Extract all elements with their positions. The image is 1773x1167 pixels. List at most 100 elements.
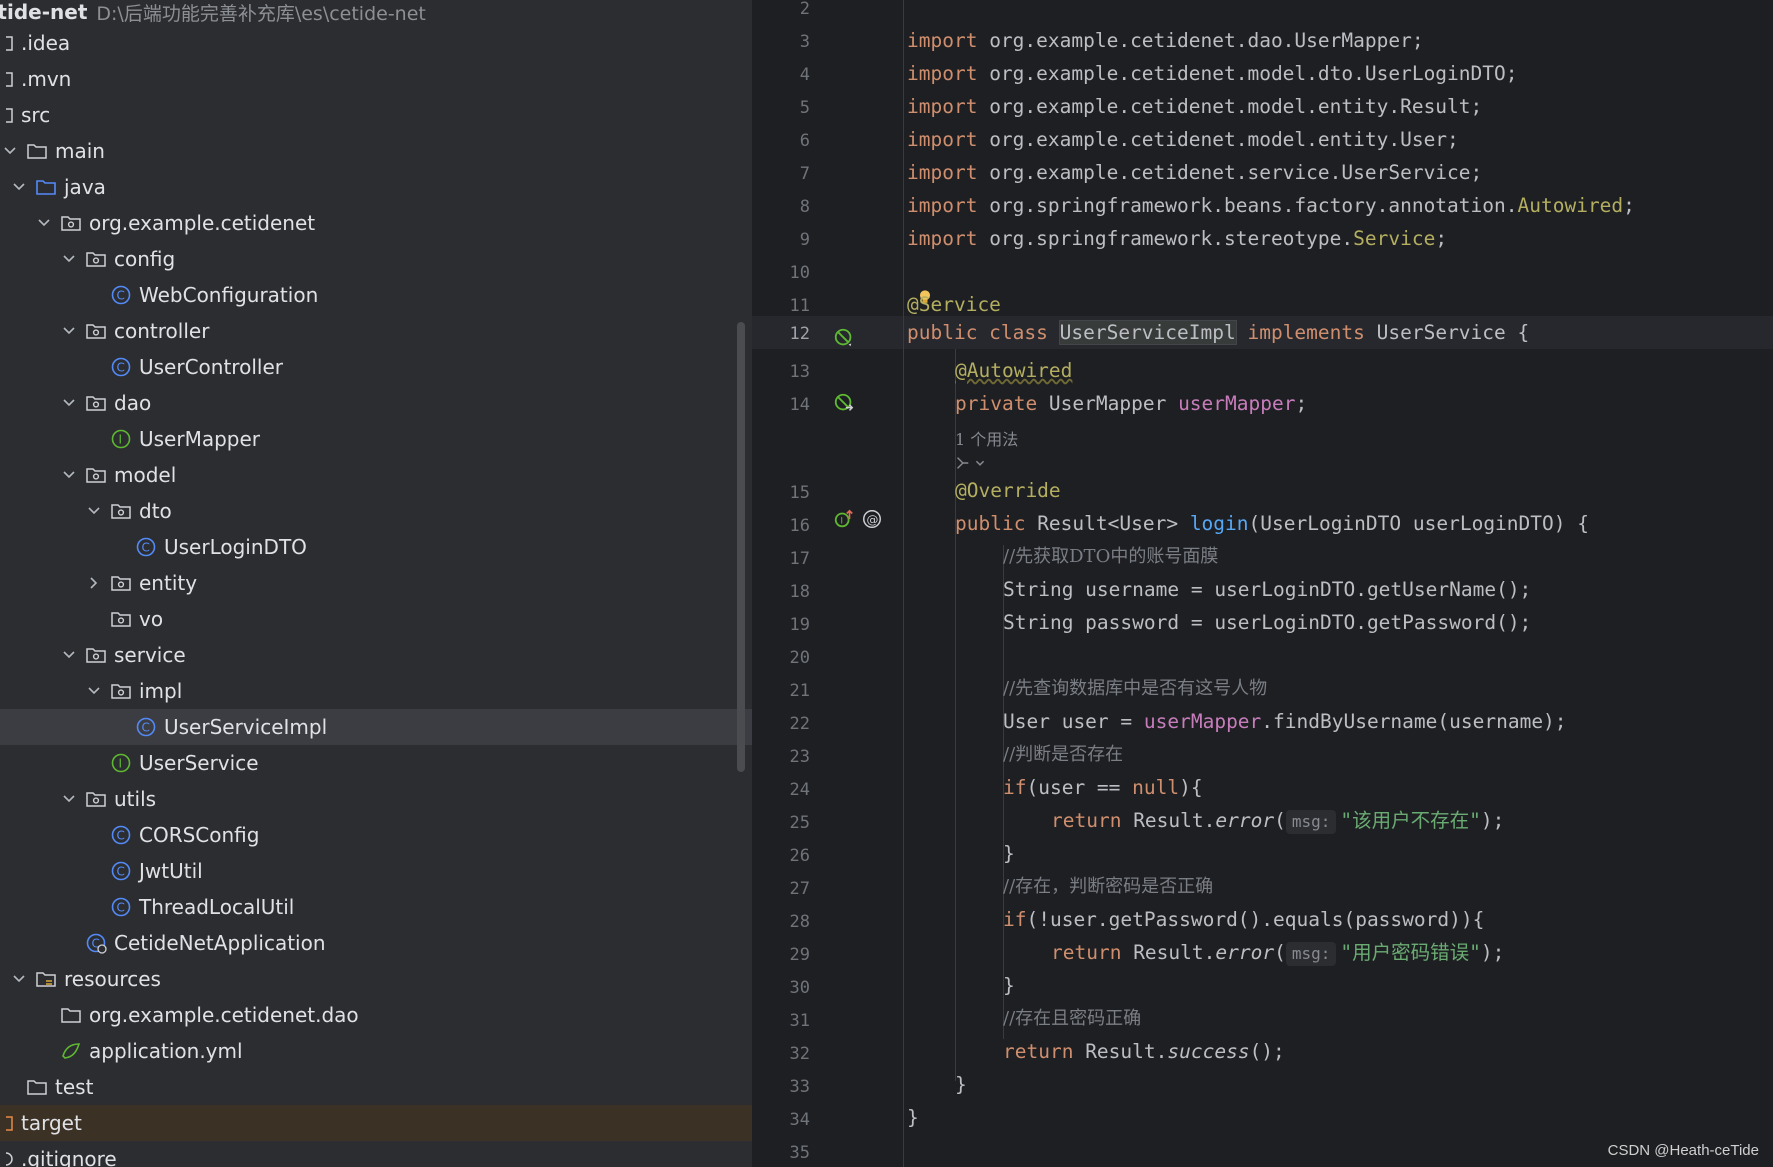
tree-item-usercontroller[interactable]: C UserController	[0, 349, 752, 385]
tree-item-webconfiguration[interactable]: C WebConfiguration	[0, 277, 752, 313]
code-line-33: }	[955, 1073, 967, 1096]
code-line-34: }	[907, 1106, 919, 1129]
line-number: 2	[799, 0, 810, 19]
tree-item-test[interactable]: test	[0, 1069, 752, 1105]
folder-plain-icon	[6, 32, 28, 54]
chevron-right-icon[interactable]	[84, 573, 104, 593]
line-number: 22	[789, 714, 810, 734]
request-mapping-icon[interactable]: @	[859, 506, 885, 532]
code-line-16: public Result<User> login(UserLoginDTO u…	[955, 512, 1589, 535]
tree-item-src[interactable]: src	[0, 97, 752, 133]
tree-item-model[interactable]: model	[0, 457, 752, 493]
tree-item-utils[interactable]: utils	[0, 781, 752, 817]
tree-item-cetidenetapplication[interactable]: C CetideNetApplication	[0, 925, 752, 961]
line-number: 5	[799, 98, 810, 118]
line-number: 29	[789, 945, 810, 965]
tree-item-main[interactable]: main	[0, 133, 752, 169]
tree-item-threadlocalutil[interactable]: C ThreadLocalUtil	[0, 889, 752, 925]
tree-item-entity[interactable]: entity	[0, 565, 752, 601]
chevron-down-icon[interactable]	[59, 321, 79, 341]
code-line-23: //判断是否存在	[1003, 744, 1124, 765]
code-editor[interactable]: 2 3 4 5 6 7 8 9 10 11 12 13 14 15 16 17 18 19 20 21 22 23 24 25…	[752, 0, 1773, 1167]
tree-item-dao[interactable]: dao	[0, 385, 752, 421]
tree-item-label: UserMapper	[139, 427, 261, 451]
tree-item-mvn[interactable]: .mvn	[0, 61, 752, 97]
line-number: 28	[789, 912, 810, 932]
package-icon	[110, 572, 132, 594]
tree-item-label: org.example.cetidenet.dao	[89, 1003, 359, 1027]
tree-item-resources[interactable]: resources	[0, 961, 752, 997]
svg-text:C: C	[117, 901, 125, 915]
tree-item-vo[interactable]: vo	[0, 601, 752, 637]
code-line-30: }	[1003, 974, 1015, 997]
tree-item-service[interactable]: service	[0, 637, 752, 673]
code-line-22: User user = userMapper.findByUsername(us…	[1003, 710, 1567, 733]
code-line-32: return Result.success();	[1003, 1040, 1285, 1063]
tree-item-java[interactable]: java	[0, 169, 752, 205]
svg-text:I: I	[119, 757, 123, 771]
watermark: CSDN @Heath-ceTide	[1607, 1142, 1759, 1159]
chevron-down-icon[interactable]	[9, 969, 29, 989]
tree-item-org-example-cetidenet[interactable]: org.example.cetidenet	[0, 205, 752, 241]
line-number: 18	[789, 582, 810, 602]
tree-item-jwtutil[interactable]: C JwtUtil	[0, 853, 752, 889]
class-icon: C	[110, 824, 132, 846]
code-line-6: import org.example.cetidenet.model.entit…	[907, 128, 1459, 151]
chevron-down-icon[interactable]	[59, 789, 79, 809]
chevron-down-icon[interactable]	[34, 213, 54, 233]
folder-plain-icon	[6, 104, 28, 126]
folder-icon	[26, 1076, 48, 1098]
tree-item-userlogindto[interactable]: C UserLoginDTO	[0, 529, 752, 565]
svg-text:C: C	[142, 541, 150, 555]
ai-assist-icon[interactable]	[951, 450, 991, 476]
code-line-29: return Result.error(msg: "用户密码错误");	[1051, 941, 1505, 966]
tree-item-org-example-cetidenet-dao[interactable]: org.example.cetidenet.dao	[0, 997, 752, 1033]
tree-item-target[interactable]: target	[0, 1105, 752, 1141]
chevron-down-icon[interactable]	[0, 141, 20, 161]
chevron-down-icon[interactable]	[59, 249, 79, 269]
tree-item-corsconfig[interactable]: C CORSConfig	[0, 817, 752, 853]
tree-item-config[interactable]: config	[0, 241, 752, 277]
project-scrollbar[interactable]	[737, 322, 745, 772]
tree-item-impl[interactable]: impl	[0, 673, 752, 709]
code-line-27: //存在，判断密码是否正确	[1003, 876, 1214, 897]
tree-item-application-yml[interactable]: application.yml	[0, 1033, 752, 1069]
tree-item-controller[interactable]: controller	[0, 313, 752, 349]
line-number: 26	[789, 846, 810, 866]
code-line-15: @Override	[955, 479, 1061, 502]
tree-item-label: entity	[139, 571, 198, 595]
tree-item-label: JwtUtil	[139, 859, 203, 883]
tree-item-idea[interactable]: .idea	[0, 25, 752, 61]
line-number: 16	[789, 516, 810, 536]
tree-item-label: main	[55, 139, 105, 163]
file-icon	[6, 1148, 28, 1167]
tree-item-gitignore[interactable]: .gitignore	[0, 1141, 752, 1167]
bean-implemented-icon[interactable]	[831, 325, 857, 351]
chevron-down-icon[interactable]	[59, 465, 79, 485]
project-root-name: cetide-net	[0, 0, 88, 24]
tree-item-label: UserController	[139, 355, 283, 379]
chevron-down-icon[interactable]	[84, 501, 104, 521]
svg-text:I: I	[119, 433, 123, 447]
class-icon: C	[135, 716, 157, 738]
tree-item-usermapper[interactable]: I UserMapper	[0, 421, 752, 457]
usages-hint[interactable]: 1 个用法	[955, 426, 1018, 450]
tree-item-dto[interactable]: dto	[0, 493, 752, 529]
chevron-down-icon[interactable]	[9, 177, 29, 197]
autowired-bean-icon[interactable]	[831, 390, 857, 416]
package-icon	[110, 608, 132, 630]
code-line-28: if(!user.getPassword().equals(password))…	[1003, 908, 1485, 931]
tree-item-userserviceimpl[interactable]: C UserServiceImpl	[0, 709, 752, 745]
chevron-down-icon[interactable]	[59, 393, 79, 413]
tree-item-label: UserService	[139, 751, 259, 775]
tree-item-userservice[interactable]: I UserService	[0, 745, 752, 781]
package-icon	[60, 212, 82, 234]
source-folder-icon	[35, 176, 57, 198]
implements-method-icon[interactable]: I	[831, 506, 857, 532]
line-number: 32	[789, 1044, 810, 1064]
line-number: 15	[789, 483, 810, 503]
class-icon: C	[110, 860, 132, 882]
chevron-down-icon[interactable]	[59, 645, 79, 665]
chevron-down-icon[interactable]	[84, 681, 104, 701]
